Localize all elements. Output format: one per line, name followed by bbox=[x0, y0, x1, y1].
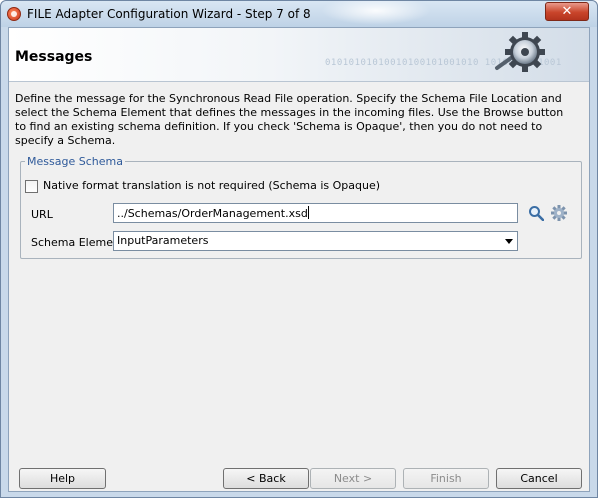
next-button[interactable]: Next > bbox=[310, 468, 396, 489]
help-button[interactable]: Help bbox=[19, 468, 106, 489]
window-title: FILE Adapter Configuration Wizard - Step… bbox=[27, 7, 311, 21]
gear-icon[interactable] bbox=[551, 205, 567, 221]
page-description: Define the message for the Synchronous R… bbox=[15, 92, 564, 147]
back-button[interactable]: < Back bbox=[223, 468, 309, 489]
message-schema-group: Message Schema Native format translation… bbox=[20, 155, 582, 259]
title-bar[interactable]: FILE Adapter Configuration Wizard - Step… bbox=[1, 1, 597, 27]
wizard-window: FILE Adapter Configuration Wizard - Step… bbox=[0, 0, 598, 498]
header-gear-icon bbox=[495, 32, 545, 72]
schema-element-value: InputParameters bbox=[117, 234, 209, 247]
url-input[interactable]: ../Schemas/OrderManagement.xsd bbox=[113, 203, 518, 223]
page-title: Messages bbox=[15, 49, 93, 65]
app-icon bbox=[7, 7, 21, 21]
finish-button[interactable]: Finish bbox=[403, 468, 489, 489]
page-header: Messages 01010101010010100101001010 1010… bbox=[9, 28, 589, 82]
chevron-down-icon[interactable] bbox=[505, 239, 513, 244]
search-icon[interactable] bbox=[528, 205, 544, 221]
opaque-schema-label[interactable]: Native format translation is not require… bbox=[43, 179, 380, 192]
url-value: ../Schemas/OrderManagement.xsd bbox=[117, 207, 308, 220]
schema-element-select[interactable]: InputParameters bbox=[113, 231, 518, 251]
url-label: URL bbox=[31, 208, 53, 221]
close-button[interactable]: ✕ bbox=[545, 2, 589, 21]
wizard-body: Messages 01010101010010100101001010 1010… bbox=[8, 27, 590, 492]
schema-element-label: Schema Element bbox=[31, 236, 125, 249]
group-legend: Message Schema bbox=[25, 155, 125, 168]
title-bar-glow bbox=[321, 1, 431, 25]
opaque-schema-checkbox[interactable] bbox=[25, 180, 38, 193]
cancel-button[interactable]: Cancel bbox=[496, 468, 582, 489]
